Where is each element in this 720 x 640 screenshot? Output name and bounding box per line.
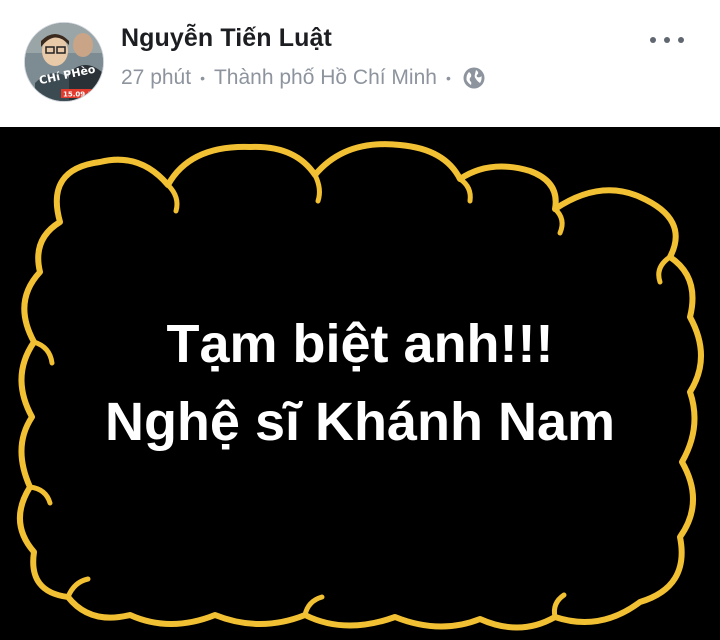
more-options-button[interactable] [650, 30, 684, 50]
more-options-icon [678, 37, 684, 43]
caption-line-1: Tạm biệt anh!!! [166, 314, 554, 374]
post-header: CHí PHèo 15.09.2017 Nguyễn Tiến Luật 27 … [0, 0, 720, 127]
avatar[interactable]: CHí PHèo 15.09.2017 [24, 22, 104, 102]
post-location[interactable]: Thành phố Hồ Chí Minh [214, 66, 437, 90]
post-image[interactable]: Tạm biệt anh!!! Nghệ sĩ Khánh Nam [0, 127, 720, 640]
post-meta: 27 phút • Thành phố Hồ Chí Minh • [121, 64, 486, 92]
image-caption: Tạm biệt anh!!! Nghệ sĩ Khánh Nam [0, 305, 720, 461]
more-options-icon [664, 37, 670, 43]
avatar-poster-date: 15.09.2017 [63, 91, 104, 99]
author-name[interactable]: Nguyễn Tiến Luật [121, 24, 332, 53]
caption-line-2: Nghệ sĩ Khánh Nam [104, 392, 616, 452]
meta-separator: • [200, 70, 205, 86]
post-time[interactable]: 27 phút [121, 66, 191, 90]
avatar-image: CHí PHèo 15.09.2017 [25, 23, 104, 101]
meta-separator: • [445, 70, 451, 86]
more-options-icon [650, 37, 656, 43]
globe-icon[interactable] [462, 66, 486, 90]
